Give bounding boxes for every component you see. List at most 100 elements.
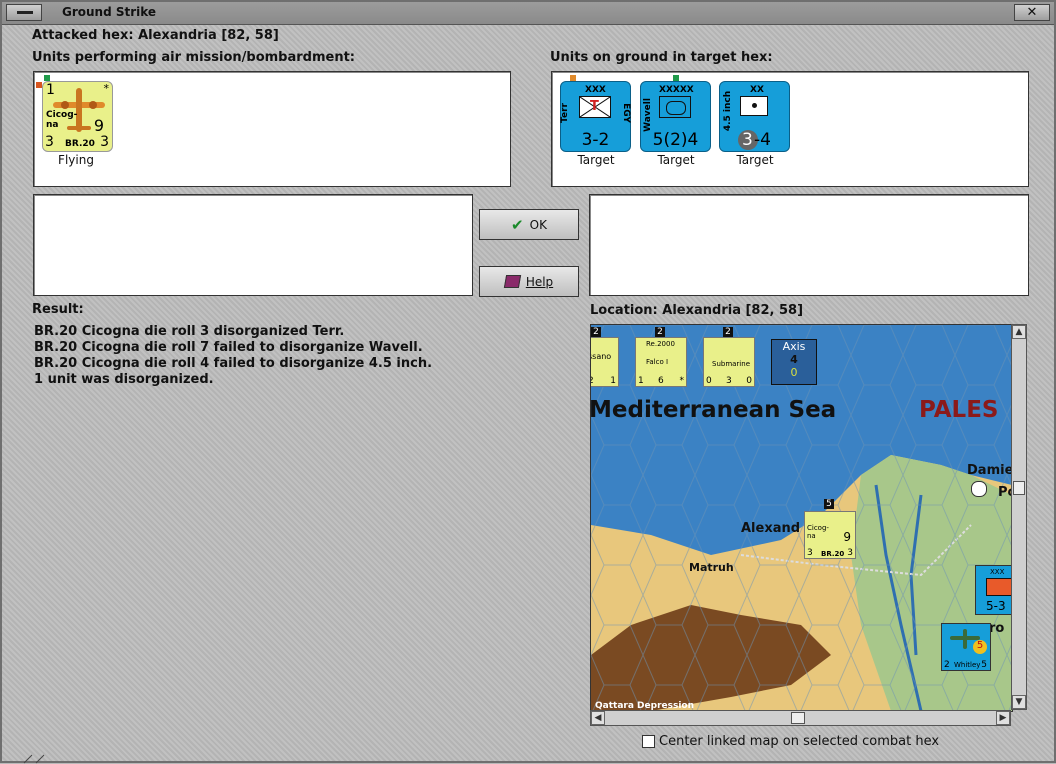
ground-unit-counter-terr[interactable]: XXX Terr EGY T 3-2 bbox=[560, 81, 631, 152]
unit-echelon: XXXXX bbox=[659, 85, 694, 95]
map-unit-value: 1 bbox=[610, 376, 616, 386]
map-unit-value: 9 bbox=[843, 530, 851, 544]
axis-box[interactable]: Axis 4 0 bbox=[771, 339, 817, 385]
ok-button-label: OK bbox=[529, 217, 547, 232]
unit-status: Target bbox=[657, 153, 695, 167]
map-unit-value: 3 bbox=[726, 376, 732, 386]
unit-attack: 9 bbox=[93, 116, 104, 135]
air-units-panel: 1 * Cicog-na 9 3 BR.20 3 Flying bbox=[33, 71, 511, 187]
unit-echelon: XXX bbox=[585, 85, 606, 95]
unit-status: Target bbox=[577, 153, 615, 167]
close-button[interactable]: ✕ bbox=[1014, 4, 1050, 21]
unit-status: Flying bbox=[58, 153, 94, 167]
unit-side: Terr bbox=[559, 103, 570, 123]
ground-unit-counter-wavell[interactable]: XXXXX Wavell 5(2)4 bbox=[640, 81, 711, 152]
axis-count: 4 bbox=[790, 353, 798, 366]
map-unit-value: 3 bbox=[807, 548, 813, 558]
map-unit-echelon: XXX bbox=[990, 568, 1005, 576]
unit-mark: * bbox=[103, 82, 110, 95]
map-unit[interactable]: Submarine 0 3 0 bbox=[703, 337, 755, 387]
unit-side: Wavell bbox=[642, 98, 653, 132]
help-book-icon bbox=[503, 275, 521, 288]
map-unit-value: 6 bbox=[658, 376, 664, 386]
map-unit-value: 2 bbox=[591, 376, 594, 386]
map-unit-type: BR.20 bbox=[821, 550, 845, 558]
ok-button[interactable]: ✔ OK bbox=[479, 209, 579, 240]
map-unit-value: 0 bbox=[746, 376, 752, 386]
help-button-label: Help bbox=[525, 274, 554, 289]
map-unit-value: 0 bbox=[706, 376, 712, 386]
map-unit-value: 5 bbox=[981, 660, 987, 670]
unit-status: Target bbox=[736, 153, 774, 167]
horizontal-scroll-thumb[interactable] bbox=[791, 712, 805, 724]
ground-strike-window: Ground Strike ✕ Attacked hex: Alexandria… bbox=[0, 0, 1056, 764]
center-map-checkbox-label[interactable]: Center linked map on selected combat hex bbox=[659, 734, 939, 749]
map-unit-name: Submarine bbox=[712, 360, 750, 368]
close-icon: ✕ bbox=[1026, 5, 1038, 20]
unit-type-box bbox=[986, 578, 1012, 596]
stack-count: 2 bbox=[591, 327, 601, 337]
unit-nation: EGY bbox=[621, 103, 632, 123]
map-unit-value: * bbox=[679, 376, 685, 386]
unit-symbol: T bbox=[590, 99, 599, 114]
city-label: ro bbox=[989, 621, 1005, 636]
scroll-right-icon[interactable]: ▶ bbox=[996, 711, 1010, 725]
minimize-bar-icon bbox=[17, 11, 33, 14]
map-unit-name: Re.2000 bbox=[646, 340, 675, 348]
result-line: BR.20 Cicogna die roll 3 disorganized Te… bbox=[34, 324, 345, 339]
map-unit-value: 5 bbox=[973, 640, 987, 654]
unit-type-box bbox=[659, 96, 691, 118]
map-unit[interactable]: 5 2 Whitley 5 bbox=[941, 623, 991, 671]
scroll-down-icon[interactable]: ▼ bbox=[1012, 695, 1026, 709]
scroll-up-icon[interactable]: ▲ bbox=[1012, 325, 1026, 339]
map-unit-value: 2 bbox=[944, 660, 950, 670]
result-line: BR.20 Cicogna die roll 7 failed to disor… bbox=[34, 340, 423, 355]
system-menu-button[interactable] bbox=[6, 4, 42, 21]
ground-info-panel bbox=[589, 194, 1029, 296]
map-unit[interactable]: ssano 2 1 bbox=[590, 337, 619, 387]
region-label: PALES bbox=[919, 397, 999, 423]
result-label: Result: bbox=[32, 302, 84, 317]
unit-echelon: XX bbox=[750, 85, 764, 95]
map-unit-selected[interactable]: Cicog-na 3 BR.20 3 9 bbox=[804, 511, 856, 559]
artillery-dot-icon bbox=[752, 103, 757, 108]
map-vertical-scrollbar[interactable]: ▲ ▼ bbox=[1011, 324, 1027, 710]
unit-side: 4.5 inch bbox=[723, 90, 734, 132]
title-bar[interactable]: Ground Strike ✕ bbox=[2, 2, 1054, 25]
map-unit-name: Cicog-na bbox=[807, 524, 829, 540]
linked-map[interactable]: ssano 2 1 Re.2000 Falco I 1 6 * Submarin… bbox=[590, 324, 1013, 712]
map-unit-name: ssano bbox=[590, 352, 612, 361]
center-map-checkbox[interactable] bbox=[642, 735, 655, 748]
map-unit-value: 1 bbox=[638, 376, 644, 386]
air-info-panel bbox=[33, 194, 473, 296]
ground-units-label: Units on ground in target hex: bbox=[550, 50, 773, 65]
map-unit-name: Falco I bbox=[646, 358, 669, 366]
help-button[interactable]: Help bbox=[479, 266, 579, 297]
unit-type-box: T bbox=[579, 96, 611, 118]
map-unit-name: Whitley bbox=[954, 661, 981, 669]
unit-name: Cicog-na bbox=[46, 110, 78, 130]
ground-unit-counter-4-5-inch[interactable]: XX 4.5 inch 3 -4 bbox=[719, 81, 790, 152]
vertical-scroll-thumb[interactable] bbox=[1013, 481, 1025, 495]
attacked-hex-label: Attacked hex: Alexandria [82, 58] bbox=[32, 28, 279, 43]
unit-type: BR.20 bbox=[65, 139, 95, 149]
stack-count: 5 bbox=[824, 499, 834, 509]
map-unit[interactable]: XXX 5-3 bbox=[975, 565, 1012, 615]
stack-count: 2 bbox=[723, 327, 733, 337]
window-title: Ground Strike bbox=[62, 5, 157, 19]
stack-count: 2 bbox=[655, 327, 665, 337]
hq-oval-icon bbox=[666, 101, 686, 115]
map-unit-values: 5-3 bbox=[986, 599, 1006, 613]
scroll-left-icon[interactable]: ◀ bbox=[591, 711, 605, 725]
axis-label: Axis bbox=[782, 340, 806, 353]
location-label: Location: Alexandria [82, 58] bbox=[590, 303, 804, 318]
city-label: Damie bbox=[967, 463, 1013, 478]
map-unit[interactable]: Re.2000 Falco I 1 6 * bbox=[635, 337, 687, 387]
map-horizontal-scrollbar[interactable]: ◀ ▶ bbox=[590, 710, 1011, 726]
air-unit-counter[interactable]: 1 * Cicog-na 9 3 BR.20 3 bbox=[42, 81, 113, 152]
city-label: Matruh bbox=[689, 561, 734, 574]
unit-defense: 3 bbox=[45, 134, 54, 150]
checkmark-icon: ✔ bbox=[511, 215, 524, 234]
unit-values: 3-2 bbox=[581, 130, 610, 150]
map-unit-value: 3 bbox=[847, 548, 853, 558]
